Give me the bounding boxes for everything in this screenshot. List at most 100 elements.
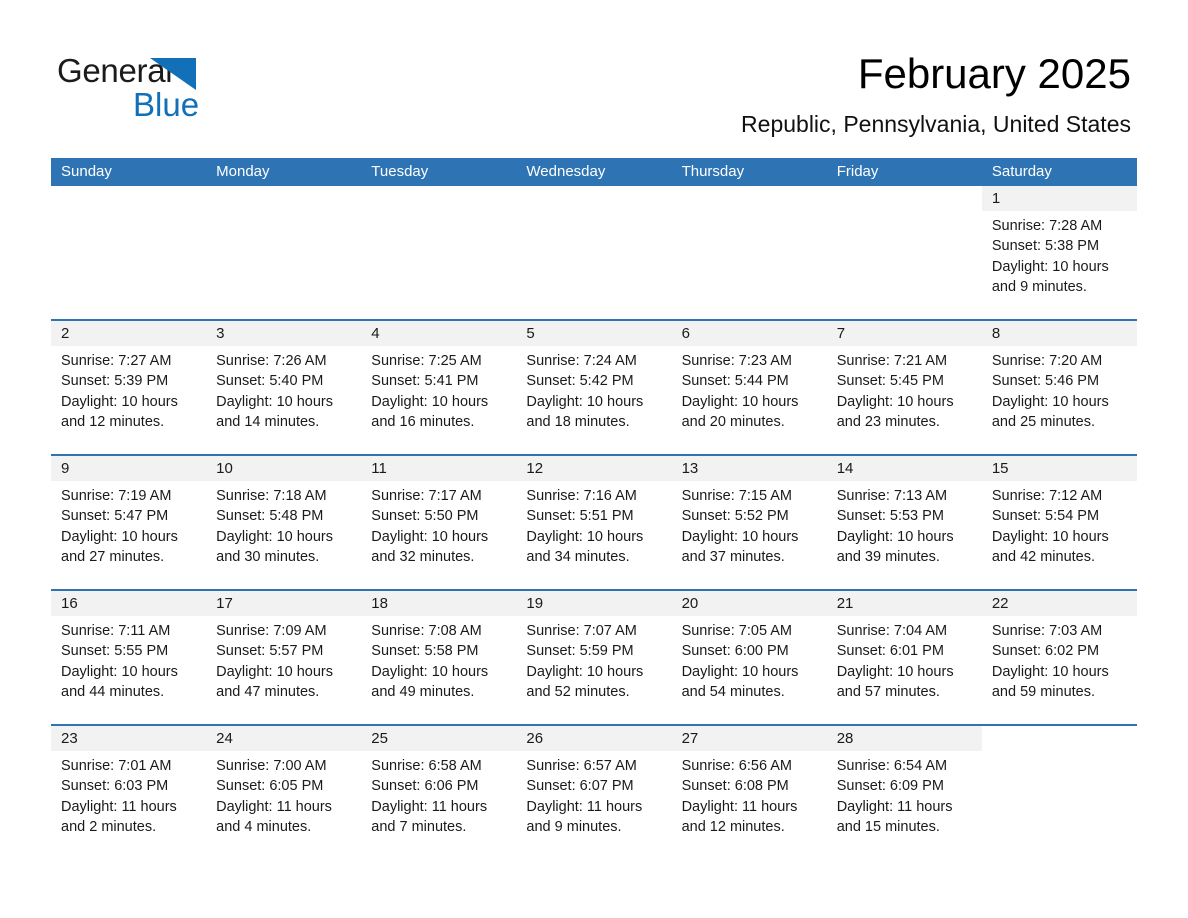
calendar-day-cell[interactable]: 22 Sunrise: 7:03 AM Sunset: 6:02 PM Dayligh… [981, 591, 1137, 724]
calendar-day-cell[interactable]: 5 Sunrise: 7:24 AM Sunset: 5:42 PM Daylight… [516, 321, 672, 454]
day-number-strip: 20 [671, 591, 827, 616]
weekday-header-wednesday: Wednesday [526, 163, 606, 180]
day-number-strip: 14 [826, 456, 982, 481]
calendar-day-cell[interactable]: 8 Sunrise: 7:20 AM Sunset: 5:46 PM Daylight… [981, 321, 1137, 454]
day-number: 5 [526, 325, 535, 342]
sunrise-text: Sunrise: 6:58 AM [371, 758, 482, 774]
calendar-week-row: 23 Sunrise: 7:01 AM Sunset: 6:03 PM Dayligh… [51, 724, 1137, 859]
calendar-day-cell[interactable]: 26 Sunrise: 6:57 AM Sunset: 6:07 PM Dayligh… [516, 726, 672, 859]
sunset-text: Sunset: 5:38 PM [991, 238, 1100, 255]
day-details: Sunrise: 7:18 AM Sunset: 5:48 PM Daylight:… [206, 481, 361, 567]
calendar-day-cell[interactable]: 20 Sunrise: 7:05 AM Sunset: 6:00 PM Dayligh… [671, 591, 827, 724]
day-details: Sunrise: 7:15 AM Sunset: 5:52 PM Daylight:… [672, 481, 827, 567]
day-number: 9 [61, 460, 70, 477]
calendar-day-cell[interactable]: 12 Sunrise: 7:16 AM Sunset: 5:51 PM Dayligh… [516, 456, 672, 589]
day-number-strip [516, 186, 671, 211]
daylight-text: Daylight: 10 hours and 18 minutes. [526, 393, 644, 430]
sunset-text: Sunset: 6:09 PM [836, 778, 944, 795]
day-number-strip: 15 [981, 456, 1137, 481]
day-details: Sunrise: 7:04 AM Sunset: 6:01 PM Daylight:… [827, 616, 982, 702]
calendar-day-cell[interactable]: 23 Sunrise: 7:01 AM Sunset: 6:03 PM Dayligh… [51, 726, 207, 859]
calendar-week-row: 16 Sunrise: 7:11 AM Sunset: 5:55 PM Dayligh… [51, 589, 1137, 724]
sunset-text: Sunset: 6:06 PM [371, 778, 479, 795]
day-details: Sunrise: 7:26 AM Sunset: 5:40 PM Daylight:… [206, 346, 361, 432]
calendar-day-cell[interactable]: 13 Sunrise: 7:15 AM Sunset: 5:52 PM Dayligh… [671, 456, 827, 589]
sunrise-text: Sunrise: 7:15 AM [681, 488, 792, 504]
calendar-day-cell[interactable]: 14 Sunrise: 7:13 AM Sunset: 5:53 PM Dayligh… [826, 456, 982, 589]
day-details: Sunrise: 6:58 AM Sunset: 6:06 PM Daylight:… [361, 751, 516, 837]
day-details: Sunrise: 7:23 AM Sunset: 5:44 PM Daylight:… [672, 346, 827, 432]
sunset-text: Sunset: 5:47 PM [61, 508, 169, 525]
daylight-text: Daylight: 10 hours and 47 minutes. [216, 663, 334, 700]
calendar-day-cell[interactable]: 1 Sunrise: 7:28 AM Sunset: 5:38 PM Daylight… [981, 186, 1137, 319]
calendar-week-cells: 23 Sunrise: 7:01 AM Sunset: 6:03 PM Dayligh… [51, 726, 1137, 859]
calendar-day-cell[interactable]: 11 Sunrise: 7:17 AM Sunset: 5:50 PM Dayligh… [361, 456, 517, 589]
day-number-strip: 7 [826, 321, 982, 346]
calendar-day-cell[interactable]: 24 Sunrise: 7:00 AM Sunset: 6:05 PM Dayligh… [206, 726, 362, 859]
calendar-day-cell[interactable]: 3 Sunrise: 7:26 AM Sunset: 5:40 PM Daylight… [206, 321, 362, 454]
daylight-text: Daylight: 10 hours and 27 minutes. [61, 528, 178, 565]
daylight-text: Daylight: 10 hours and 37 minutes. [681, 528, 799, 565]
sunrise-text: Sunrise: 7:19 AM [61, 488, 172, 504]
sunset-text: Sunset: 6:07 PM [526, 778, 634, 795]
daylight-text: Daylight: 10 hours and 54 minutes. [681, 663, 799, 700]
day-number: 25 [371, 730, 388, 747]
calendar-day-cell[interactable]: 25 Sunrise: 6:58 AM Sunset: 6:06 PM Dayligh… [361, 726, 517, 859]
day-number-strip: 8 [981, 321, 1137, 346]
sunrise-text: Sunrise: 7:11 AM [61, 623, 171, 639]
calendar-day-cell[interactable]: 9 Sunrise: 7:19 AM Sunset: 5:47 PM Daylight… [51, 456, 207, 589]
day-details: Sunrise: 7:01 AM Sunset: 6:03 PM Daylight:… [51, 751, 206, 837]
calendar-day-cell[interactable]: 21 Sunrise: 7:04 AM Sunset: 6:01 PM Dayligh… [826, 591, 982, 724]
day-number: 4 [371, 325, 380, 342]
calendar-day-cell[interactable]: 7 Sunrise: 7:21 AM Sunset: 5:45 PM Daylight… [826, 321, 982, 454]
sunrise-text: Sunrise: 6:57 AM [526, 758, 637, 774]
calendar-grid: Sunday Monday Tuesday Wednesday Thursday… [51, 158, 1137, 859]
day-number-strip: 22 [981, 591, 1137, 616]
day-number: 27 [681, 730, 699, 747]
generalblue-logo[interactable]: General Blue [57, 52, 257, 124]
calendar-week-cells: 1 Sunrise: 7:28 AM Sunset: 5:38 PM Daylight… [51, 186, 1137, 319]
calendar-day-cell[interactable]: 19 Sunrise: 7:07 AM Sunset: 5:59 PM Dayligh… [516, 591, 672, 724]
calendar-day-cell[interactable]: 16 Sunrise: 7:11 AM Sunset: 5:55 PM Dayligh… [51, 591, 207, 724]
daylight-text: Daylight: 10 hours and 49 minutes. [371, 663, 489, 700]
day-number-strip [51, 186, 206, 211]
calendar-day-cell[interactable]: 28 Sunrise: 6:54 AM Sunset: 6:09 PM Dayligh… [826, 726, 982, 859]
sunrise-text: Sunrise: 7:05 AM [681, 623, 792, 639]
day-number-strip: 23 [51, 726, 207, 751]
day-number-strip [672, 186, 827, 211]
calendar-day-cell[interactable]: 18 Sunrise: 7:08 AM Sunset: 5:58 PM Dayligh… [361, 591, 517, 724]
calendar-day-cell[interactable]: 4 Sunrise: 7:25 AM Sunset: 5:41 PM Daylight… [361, 321, 517, 454]
day-number: 6 [681, 325, 690, 342]
day-details: Sunrise: 7:16 AM Sunset: 5:51 PM Daylight:… [516, 481, 671, 567]
sunrise-text: Sunrise: 7:04 AM [836, 623, 948, 639]
day-number: 24 [216, 730, 233, 747]
daylight-text: Daylight: 10 hours and 12 minutes. [61, 393, 178, 430]
day-number: 8 [991, 325, 1001, 342]
sunset-text: Sunset: 5:51 PM [526, 508, 634, 525]
sunrise-text: Sunrise: 7:09 AM [216, 623, 327, 639]
day-number-strip: 19 [516, 591, 672, 616]
daylight-text: Daylight: 11 hours and 7 minutes. [371, 798, 488, 835]
calendar-day-cell[interactable]: 6 Sunrise: 7:23 AM Sunset: 5:44 PM Daylight… [671, 321, 827, 454]
day-number-strip [827, 186, 982, 211]
calendar-day-cell[interactable]: 27 Sunrise: 6:56 AM Sunset: 6:08 PM Dayligh… [671, 726, 827, 859]
calendar-day-cell-empty [671, 186, 827, 319]
calendar-day-cell[interactable]: 15 Sunrise: 7:12 AM Sunset: 5:54 PM Dayligh… [981, 456, 1137, 589]
calendar-week-row: 2 Sunrise: 7:27 AM Sunset: 5:39 PM Daylight… [51, 319, 1137, 454]
day-number-strip: 9 [51, 456, 207, 481]
calendar-day-cell[interactable]: 2 Sunrise: 7:27 AM Sunset: 5:39 PM Daylight… [51, 321, 207, 454]
day-number: 22 [991, 595, 1009, 612]
day-number-strip: 5 [516, 321, 672, 346]
calendar-day-cell[interactable]: 10 Sunrise: 7:18 AM Sunset: 5:48 PM Dayligh… [206, 456, 362, 589]
sunset-text: Sunset: 5:53 PM [836, 508, 944, 525]
sunset-text: Sunset: 5:40 PM [216, 373, 324, 390]
daylight-text: Daylight: 11 hours and 9 minutes. [526, 798, 643, 835]
day-details: Sunrise: 7:09 AM Sunset: 5:57 PM Daylight:… [206, 616, 361, 702]
day-details: Sunrise: 7:03 AM Sunset: 6:02 PM Daylight:… [982, 616, 1137, 702]
calendar-day-cell-empty [361, 186, 517, 319]
calendar-day-cell[interactable]: 17 Sunrise: 7:09 AM Sunset: 5:57 PM Dayligh… [206, 591, 362, 724]
day-details: Sunrise: 7:07 AM Sunset: 5:59 PM Daylight:… [516, 616, 671, 702]
day-number-strip: 10 [206, 456, 362, 481]
title-block: February 2025 Republic, Pennsylvania, Un… [741, 48, 1131, 139]
sunrise-text: Sunrise: 7:25 AM [371, 353, 482, 369]
